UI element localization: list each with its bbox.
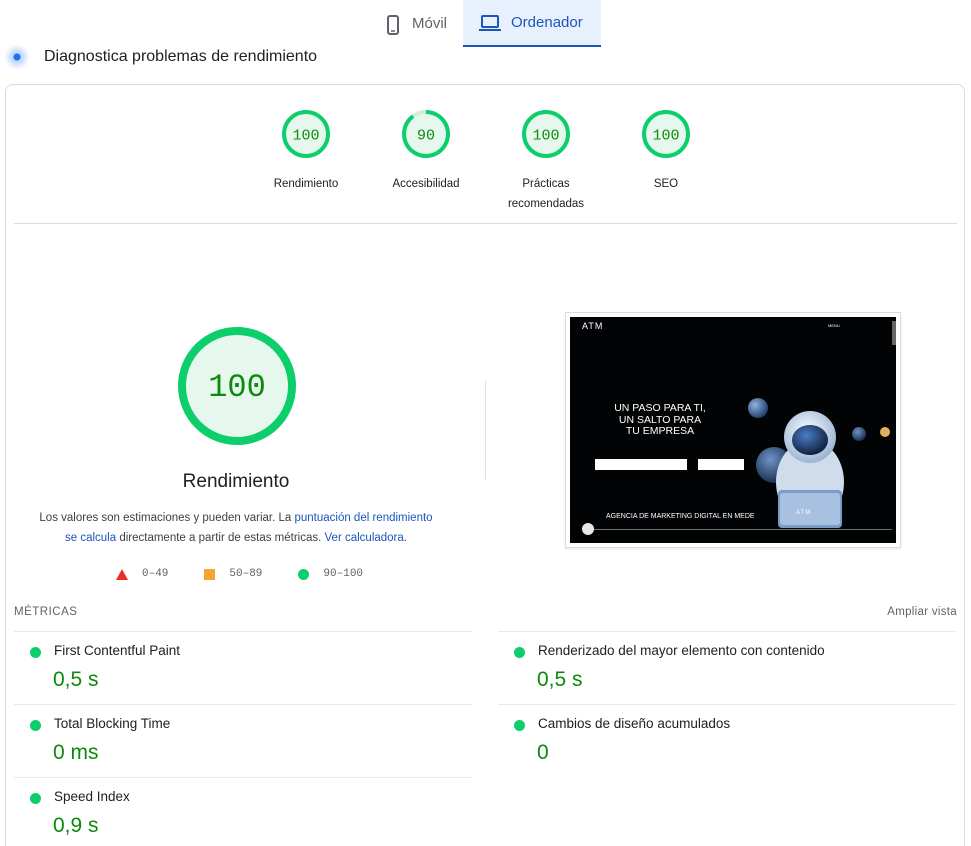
performance-title: Rendimiento [182, 471, 290, 492]
score-text: 100 [652, 128, 679, 145]
gauge-best-practices[interactable]: 100 Prácticas recomendadas [486, 109, 606, 214]
legend-fail: 0–49 [116, 568, 168, 580]
score-text: 90 [417, 128, 435, 145]
pass-circle-icon [514, 647, 525, 658]
score-legend: 0–49 50–89 90–100 [116, 568, 399, 580]
vertical-divider [485, 381, 486, 479]
metric-tbt: Total Blocking Time 0 ms [14, 704, 472, 777]
diagnostic-pulse-icon [4, 44, 30, 70]
device-tabs: Móvil Ordenador [368, 0, 602, 47]
metric-name: Speed Index [54, 789, 130, 804]
triangle-icon [116, 568, 128, 580]
metric-value: 0 ms [53, 741, 99, 764]
metric-value: 0 [537, 741, 549, 764]
pass-circle-icon [30, 647, 41, 658]
score-ring: 100 [642, 110, 690, 158]
laptop-logo: ATM [796, 510, 812, 516]
legend-average: 50–89 [204, 568, 262, 580]
laptop-icon [479, 14, 502, 32]
metric-name: Cambios de diseño acumulados [538, 716, 731, 731]
metric-name: First Contentful Paint [54, 643, 181, 658]
site-menu: MENU [828, 323, 840, 328]
phone-icon [384, 14, 402, 35]
circle-icon [298, 568, 310, 580]
page-screenshot: ATM MENU UN PASO PARA TI, UN SALTO PARA … [565, 312, 901, 548]
performance-description: Los valores son estimaciones y pueden va… [39, 512, 433, 544]
square-icon [204, 568, 216, 580]
section-header: Diagnostica problemas de rendimiento [4, 44, 317, 70]
score-ring: 90 [402, 110, 450, 158]
report-card: 100 Rendimiento 90 Accesibilidad 100 Prá… [5, 84, 965, 846]
site-btn-branding: SERVICIO DE BRANDING [700, 448, 742, 452]
category-gauges: 100 Rendimiento 90 Accesibilidad 100 Prá… [6, 109, 966, 239]
gauge-accessibility[interactable]: 90 Accesibilidad [366, 109, 486, 194]
metric-name: Renderizado del mayor elemento con conte… [538, 643, 825, 658]
metric-cls: Cambios de diseño acumulados 0 [498, 704, 956, 777]
metric-fcp: First Contentful Paint 0,5 s [14, 631, 472, 704]
score-ring: 100 [522, 110, 570, 158]
score-ring: 100 [282, 110, 330, 158]
site-btn-web: DISEÑO DE PÁGINAS WEB [598, 448, 644, 452]
tab-desktop[interactable]: Ordenador [463, 0, 602, 47]
metric-value: 0,9 s [53, 814, 99, 837]
pass-circle-icon [514, 720, 525, 731]
metric-speed-index: Speed Index 0,9 s [14, 777, 472, 846]
calculator-link[interactable]: Ver calculadora [325, 532, 404, 544]
site-headline: UN PASO PARA TI, UN SALTO PARA TU EMPRES… [614, 402, 706, 437]
divider [14, 223, 957, 224]
metric-name: Total Blocking Time [54, 716, 171, 731]
score-text: 100 [532, 128, 559, 145]
metric-lcp: Renderizado del mayor elemento con conte… [498, 631, 956, 704]
metrics-label: MÉTRICAS [14, 606, 78, 618]
gauge-label: Rendimiento [273, 178, 339, 190]
site-logo: ATM [582, 321, 604, 331]
gauge-label: Accesibilidad [392, 178, 460, 190]
expand-view-button[interactable]: Ampliar vista [887, 606, 957, 618]
metric-value: 0,5 s [537, 668, 583, 691]
metrics-header: MÉTRICAS Ampliar vista [14, 606, 957, 618]
section-title: Diagnostica problemas de rendimiento [44, 48, 318, 65]
gauge-seo[interactable]: 100 SEO [606, 109, 726, 194]
gauge-performance[interactable]: 100 Rendimiento [246, 109, 366, 194]
performance-gauge: 100 [178, 327, 296, 445]
pass-circle-icon [30, 793, 41, 804]
site-btn-marketing: MARKETING DIGITAL [649, 448, 685, 452]
site-footer-text: AGENCIA DE MARKETING DIGITAL EN MEDE [606, 513, 755, 520]
tab-mobile-label: Móvil [412, 15, 448, 32]
performance-score: 100 [208, 369, 266, 406]
tab-mobile[interactable]: Móvil [368, 0, 463, 47]
gauge-label: SEO [653, 178, 679, 190]
legend-pass: 90–100 [298, 568, 363, 580]
gauge-label: Prácticas recomendadas [507, 178, 585, 210]
score-text: 100 [292, 128, 319, 145]
metric-value: 0,5 s [53, 668, 99, 691]
tab-desktop-label: Ordenador [511, 14, 583, 31]
pass-circle-icon [30, 720, 41, 731]
